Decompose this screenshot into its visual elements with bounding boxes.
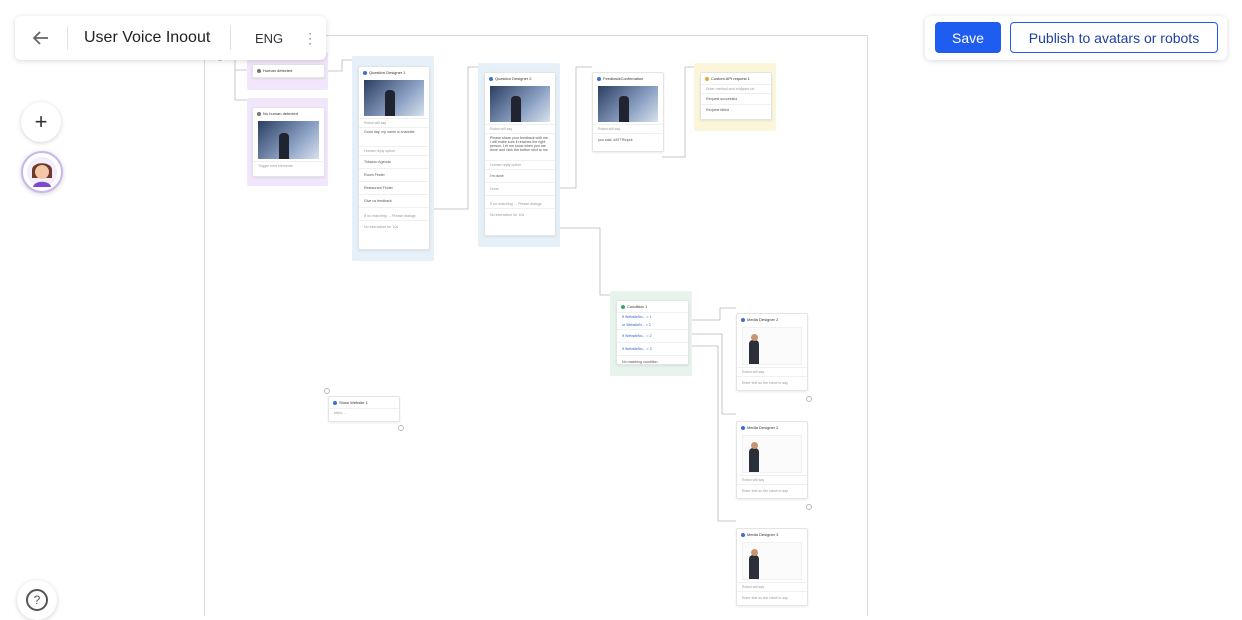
node-human-detected[interactable]: Human detected bbox=[252, 64, 325, 78]
api-endpoint-label: Enter method and endpoint url bbox=[701, 84, 771, 93]
node-question-designer-2[interactable]: Question Designer 2 Robot will say Pleas… bbox=[484, 72, 556, 236]
reply-option-1[interactable]: I'm done bbox=[485, 169, 555, 182]
robot-text: Please share your feedback with me. I wi… bbox=[485, 133, 555, 160]
reply-option-label: Human reply option bbox=[485, 160, 555, 169]
website-icon bbox=[333, 400, 337, 405]
node-image bbox=[598, 86, 658, 122]
condition-1b[interactable]: or WebsiteN... = 2 bbox=[617, 321, 688, 329]
condition-2[interactable]: If WebsiteNo... = 2 bbox=[617, 329, 688, 342]
condition-1a[interactable]: If WebsiteNo... = 1 bbox=[617, 312, 688, 321]
node-line: Trigger next elements bbox=[253, 161, 324, 170]
more-options-icon[interactable]: ⋮ bbox=[297, 30, 323, 47]
node-image bbox=[258, 121, 319, 159]
reply-option-4[interactable]: Give us feedback bbox=[359, 194, 429, 207]
robot-say-label: Robot will say bbox=[485, 124, 555, 133]
media-icon bbox=[741, 317, 745, 322]
api-request-success[interactable]: Request successful bbox=[701, 93, 771, 104]
condition-none[interactable]: No matching condition bbox=[617, 355, 688, 364]
publish-button[interactable]: Publish to avatars or robots bbox=[1010, 22, 1218, 53]
avatar-image bbox=[742, 327, 802, 365]
node-custom-api-request[interactable]: Custom API request 1 Enter method and en… bbox=[700, 72, 772, 120]
node-show-website-1[interactable]: Show Website 1 https: ... bbox=[328, 396, 400, 422]
person-icon bbox=[257, 111, 261, 116]
media-icon bbox=[741, 425, 745, 430]
robot-say-label: Robot will say bbox=[359, 118, 429, 127]
node-image bbox=[364, 80, 424, 116]
node-title: Question Designer 1 bbox=[369, 70, 406, 75]
robot-text: Good day, my name is charlotte. bbox=[359, 127, 429, 146]
node-title: Media Designer 2 bbox=[747, 317, 779, 322]
avatar-image bbox=[742, 542, 802, 580]
avatar-image bbox=[742, 435, 802, 473]
question-icon bbox=[489, 76, 493, 81]
node-title: No human detected bbox=[263, 111, 298, 116]
no-match-label: If no matching → Please dialogs bbox=[359, 207, 429, 220]
message-icon bbox=[597, 76, 601, 81]
api-icon bbox=[705, 76, 709, 81]
page-title: User Voice Inoout bbox=[84, 29, 211, 46]
back-arrow-icon[interactable] bbox=[15, 16, 67, 60]
node-title: Custom API request 1 bbox=[711, 76, 750, 81]
connector-handle[interactable] bbox=[806, 504, 812, 510]
no-match-label: If no matching → Please dialogs bbox=[485, 195, 555, 208]
reply-option-2[interactable]: Done bbox=[485, 182, 555, 195]
person-icon bbox=[257, 68, 261, 73]
node-media-designer-2b[interactable]: Media Designer 2 Robot will say Enter te… bbox=[736, 421, 808, 499]
node-question-designer-1[interactable]: Question Designer 1 Robot will say Good … bbox=[358, 66, 430, 250]
node-condition-1[interactable]: Condition 1 If WebsiteNo... = 1 or Websi… bbox=[616, 300, 689, 365]
robot-say-label: Robot will say bbox=[737, 582, 807, 591]
condition-3[interactable]: If WebsiteNo... = 3 bbox=[617, 342, 688, 355]
avatar-button[interactable] bbox=[21, 151, 63, 193]
robot-say-label: Robot will say bbox=[737, 475, 807, 484]
node-no-human[interactable]: No human detected Trigger next elements bbox=[252, 107, 325, 177]
node-feedback-confirmation[interactable]: FeedbackConfirmation Robot will say you … bbox=[592, 72, 664, 152]
node-media-designer-2a[interactable]: Media Designer 2 Robot will say Enter te… bbox=[736, 313, 808, 391]
node-title: Question Designer 2 bbox=[495, 76, 532, 81]
robot-text: you said: #ATTRInput bbox=[593, 133, 663, 144]
reply-option-label: Human reply option bbox=[359, 146, 429, 155]
add-node-button[interactable]: + bbox=[21, 102, 61, 142]
reply-option-2[interactable]: Room Finder bbox=[359, 168, 429, 181]
node-title: Human detected bbox=[263, 68, 293, 73]
robot-say-label: Robot will say bbox=[593, 124, 663, 133]
api-request-failed[interactable]: Request failed bbox=[701, 104, 771, 115]
save-button[interactable]: Save bbox=[935, 22, 1001, 53]
node-title: Show Website 1 bbox=[339, 400, 368, 405]
connector-handle[interactable] bbox=[398, 425, 404, 431]
robot-text-input[interactable]: Enter text so the robot to say bbox=[737, 484, 807, 495]
robot-text-input[interactable]: Enter text so the robot to say bbox=[737, 591, 807, 602]
action-bar: Save Publish to avatars or robots bbox=[925, 16, 1227, 60]
robot-say-label: Robot will say bbox=[737, 367, 807, 376]
condition-icon bbox=[621, 304, 625, 309]
no-interaction-label: No interaction for 10s bbox=[485, 208, 555, 219]
connector-handle[interactable] bbox=[806, 396, 812, 402]
reply-option-3[interactable]: Restaurant Finder bbox=[359, 181, 429, 194]
no-interaction-label: No interaction for 10s bbox=[359, 220, 429, 231]
node-title: FeedbackConfirmation bbox=[603, 76, 644, 81]
node-media-designer-3[interactable]: Media Designer 3 Robot will say Enter te… bbox=[736, 528, 808, 606]
node-title: Media Designer 3 bbox=[747, 532, 779, 537]
website-url: https: ... bbox=[329, 408, 399, 417]
help-button[interactable]: ? bbox=[17, 580, 57, 620]
robot-text-input[interactable]: Enter text so the robot to say bbox=[737, 376, 807, 387]
header-bar: User Voice Inoout ENG ⋮ bbox=[15, 16, 326, 60]
node-title: Condition 1 bbox=[627, 304, 648, 309]
language-selector[interactable]: ENG bbox=[231, 31, 297, 46]
question-icon bbox=[363, 70, 367, 75]
reply-option-1[interactable]: Tobacco Agenda bbox=[359, 155, 429, 168]
node-title: Media Designer 2 bbox=[747, 425, 779, 430]
media-icon bbox=[741, 532, 745, 537]
plus-icon: + bbox=[34, 109, 48, 134]
node-image bbox=[490, 86, 550, 122]
avatar-icon bbox=[27, 157, 57, 187]
connector-handle[interactable] bbox=[324, 388, 330, 394]
